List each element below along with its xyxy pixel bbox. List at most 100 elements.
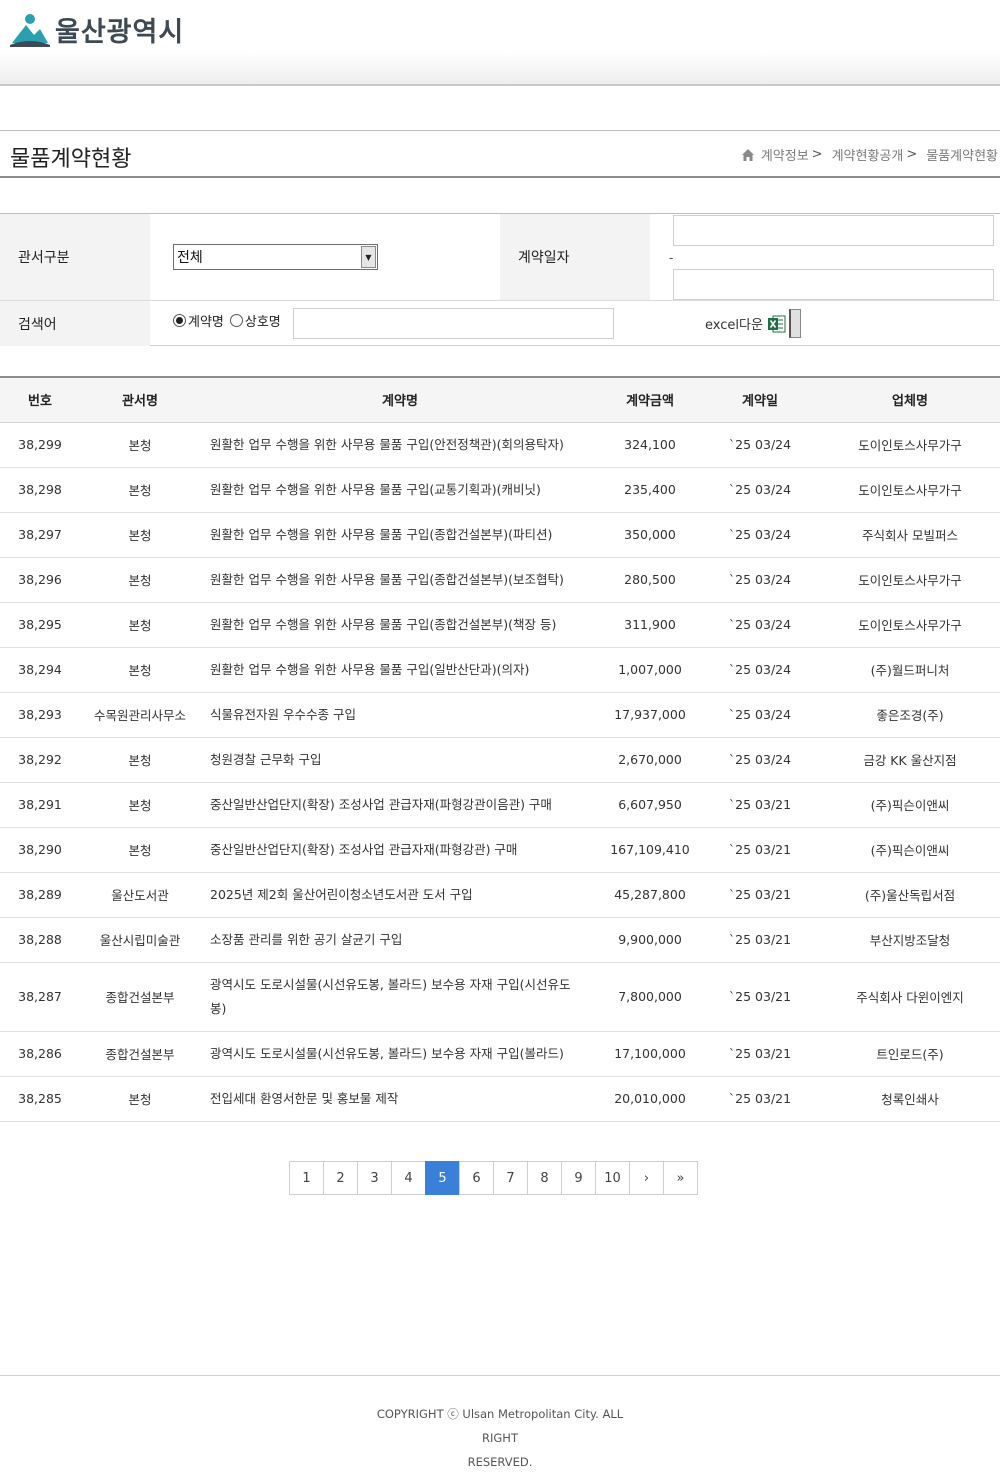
breadcrumb-item-contract-info[interactable]: 계약정보: [761, 145, 809, 164]
table-row[interactable]: 38,298 본청 원활한 업무 수행을 위한 사무용 물품 구입(교통기획과)(캐…: [0, 467, 1000, 513]
cell-contract-name[interactable]: 원활한 업무 수행을 위한 사무용 물품 구입(종합건설본부)(보조협탁): [200, 557, 600, 603]
date-start-input[interactable]: [673, 215, 994, 246]
table-row[interactable]: 38,286 종합건설본부 광역시도 도로시설물(시선유도봉, 볼라드) 보수용 자…: [0, 1031, 1000, 1077]
page-button-9[interactable]: 9: [561, 1161, 596, 1195]
table-row[interactable]: 38,292 본청 청원경찰 근무화 구입 2,670,000 `25 03/24 금강 …: [0, 737, 1000, 783]
table-row[interactable]: 38,285 본청 전입세대 환영서한문 및 홍보물 제작 20,010,000 `25…: [0, 1076, 1000, 1122]
cell-amount: 311,900: [600, 602, 700, 648]
table-row[interactable]: 38,295 본청 원활한 업무 수행을 위한 사무용 물품 구입(종합건설본부)(…: [0, 602, 1000, 648]
breadcrumb-item-contract-disclosure[interactable]: 계약현황공개: [832, 145, 904, 164]
cell-amount: 235,400: [600, 467, 700, 513]
cell-amount: 17,100,000: [600, 1031, 700, 1077]
table-row[interactable]: 38,299 본청 원활한 업무 수행을 위한 사무용 물품 구입(안전정책관)(회…: [0, 422, 1000, 468]
cell-date: `25 03/21: [700, 782, 820, 828]
home-icon[interactable]: [741, 148, 755, 162]
search-type-radio-group: 계약명 상호명: [173, 311, 287, 330]
cell-date: `25 03/21: [700, 962, 820, 1032]
table-row[interactable]: 38,291 본청 중산일반산업단지(확장) 조성사업 관급자재(파형강관이음관) …: [0, 782, 1000, 828]
cell-contract-name[interactable]: 원활한 업무 수행을 위한 사무용 물품 구입(종합건설본부)(파티션): [200, 512, 600, 558]
chevron-down-icon[interactable]: ▼: [361, 246, 376, 268]
cell-company: 도이인토스사무가구: [820, 467, 1000, 513]
cell-company: 금강 KK 울산지점: [820, 737, 1000, 783]
page-button-8[interactable]: 8: [527, 1161, 562, 1195]
dept-select[interactable]: 전체 ▼: [173, 244, 378, 270]
cell-contract-name[interactable]: 청원경찰 근무화 구입: [200, 737, 600, 783]
date-label: 계약일자: [500, 214, 650, 300]
page-button-6[interactable]: 6: [459, 1161, 494, 1195]
table-row[interactable]: 38,287 종합건설본부 광역시도 도로시설물(시선유도봉, 볼라드) 보수용 자…: [0, 962, 1000, 1032]
cell-contract-name[interactable]: 중산일반산업단지(확장) 조성사업 관급자재(파형강관) 구매: [200, 827, 600, 873]
table-row[interactable]: 38,294 본청 원활한 업무 수행을 위한 사무용 물품 구입(일반산단과)(의…: [0, 647, 1000, 693]
cell-date: `25 03/24: [700, 647, 820, 693]
last-page-button[interactable]: »: [663, 1161, 698, 1195]
excel-icon[interactable]: [767, 315, 786, 333]
table-row[interactable]: 38,293 수목원관리사무소 식물유전자원 우수수종 구입 17,937,000 `2…: [0, 692, 1000, 738]
cell-contract-name[interactable]: 소장품 관리를 위한 공기 살균기 구입: [200, 917, 600, 963]
cell-dept: 수목원관리사무소: [80, 692, 200, 738]
cell-no: 38,290: [0, 827, 80, 873]
cell-company: 주식회사 다윈이엔지: [820, 962, 1000, 1032]
page-button-4[interactable]: 4: [391, 1161, 426, 1195]
cell-dept: 본청: [80, 557, 200, 603]
keyword-input[interactable]: [293, 308, 614, 339]
cell-date: `25 03/21: [700, 1031, 820, 1077]
radio-company-name-label[interactable]: 상호명: [245, 311, 281, 330]
cell-contract-name[interactable]: 광역시도 도로시설물(시선유도봉, 볼라드) 보수용 자재 구입(볼라드): [200, 1031, 600, 1077]
cell-no: 38,286: [0, 1031, 80, 1077]
page-button-10[interactable]: 10: [595, 1161, 630, 1195]
site-footer: COPYRIGHT ⓒ Ulsan Metropolitan City. ALL…: [0, 1375, 1000, 1476]
keyword-label: 검색어: [0, 301, 150, 346]
pagination: 1 2 3 4 5 6 7 8 9 10 ›»: [289, 1161, 698, 1195]
cell-dept: 본청: [80, 737, 200, 783]
table-row[interactable]: 38,289 울산도서관 2025년 제2회 울산어린이청소년도서관 도서 구입 45…: [0, 872, 1000, 918]
ulsan-logo[interactable]: 울산광역시: [10, 10, 184, 49]
date-end-input[interactable]: [673, 269, 994, 300]
cell-amount: 45,287,800: [600, 872, 700, 918]
radio-company-name[interactable]: [229, 314, 243, 327]
next-page-button[interactable]: ›: [629, 1161, 664, 1195]
cell-contract-name[interactable]: 중산일반산업단지(확장) 조성사업 관급자재(파형강관이음관) 구매: [200, 782, 600, 828]
cell-contract-name[interactable]: 원활한 업무 수행을 위한 사무용 물품 구입(종합건설본부)(책장 등): [200, 602, 600, 648]
excel-download[interactable]: excel다운: [705, 309, 801, 338]
date-range-dash: -: [669, 251, 674, 265]
breadcrumb: 계약정보 > 계약현황공개 > 물품계약현황: [741, 145, 998, 164]
cell-date: `25 03/24: [700, 602, 820, 648]
cell-no: 38,291: [0, 782, 80, 828]
cell-contract-name[interactable]: 2025년 제2회 울산어린이청소년도서관 도서 구입: [200, 872, 600, 918]
cell-company: 도이인토스사무가구: [820, 602, 1000, 648]
cell-dept: 종합건설본부: [80, 1031, 200, 1077]
dept-select-value: 전체: [177, 250, 203, 266]
table-row[interactable]: 38,288 울산시립미술관 소장품 관리를 위한 공기 살균기 구입 9,900,0…: [0, 917, 1000, 963]
cell-company: 주식회사 모빌퍼스: [820, 512, 1000, 558]
table-row[interactable]: 38,290 본청 중산일반산업단지(확장) 조성사업 관급자재(파형강관) 구매 1…: [0, 827, 1000, 873]
radio-contract-name[interactable]: [173, 314, 186, 327]
cell-contract-name[interactable]: 광역시도 도로시설물(시선유도봉, 볼라드) 보수용 자재 구입(시선유도봉): [200, 962, 600, 1032]
table-row[interactable]: 38,296 본청 원활한 업무 수행을 위한 사무용 물품 구입(종합건설본부)(…: [0, 557, 1000, 603]
cell-contract-name[interactable]: 식물유전자원 우수수종 구입: [200, 692, 600, 738]
cell-amount: 1,007,000: [600, 647, 700, 693]
title-bar: 물품계약현황 계약정보 > 계약현황공개 > 물품계약현황: [0, 130, 1000, 178]
cell-dept: 본청: [80, 647, 200, 693]
excel-download-button[interactable]: [788, 309, 801, 338]
cell-contract-name[interactable]: 원활한 업무 수행을 위한 사무용 물품 구입(일반산단과)(의자): [200, 647, 600, 693]
cell-amount: 20,010,000: [600, 1076, 700, 1122]
cell-contract-name[interactable]: 원활한 업무 수행을 위한 사무용 물품 구입(안전정책관)(회의용탁자): [200, 422, 600, 468]
table-row[interactable]: 38,297 본청 원활한 업무 수행을 위한 사무용 물품 구입(종합건설본부)(…: [0, 512, 1000, 558]
cell-no: 38,289: [0, 872, 80, 918]
page-button-2[interactable]: 2: [323, 1161, 358, 1195]
cell-company: 청록인쇄사: [820, 1076, 1000, 1122]
cell-amount: 350,000: [600, 512, 700, 558]
page-button-3[interactable]: 3: [357, 1161, 392, 1195]
page-button-1[interactable]: 1: [289, 1161, 324, 1195]
cell-amount: 167,109,410: [600, 827, 700, 873]
cell-contract-name[interactable]: 원활한 업무 수행을 위한 사무용 물품 구입(교통기획과)(캐비닛): [200, 467, 600, 513]
cell-dept: 본청: [80, 467, 200, 513]
cell-contract-name[interactable]: 전입세대 환영서한문 및 홍보물 제작: [200, 1076, 600, 1122]
breadcrumb-item-goods-contract[interactable]: 물품계약현황: [926, 145, 998, 164]
page-button-7[interactable]: 7: [493, 1161, 528, 1195]
cell-dept: 울산시립미술관: [80, 917, 200, 963]
page-button-5[interactable]: 5: [425, 1161, 460, 1195]
excel-download-label[interactable]: excel다운: [705, 314, 763, 333]
cell-no: 38,288: [0, 917, 80, 963]
radio-contract-name-label[interactable]: 계약명: [188, 311, 224, 330]
